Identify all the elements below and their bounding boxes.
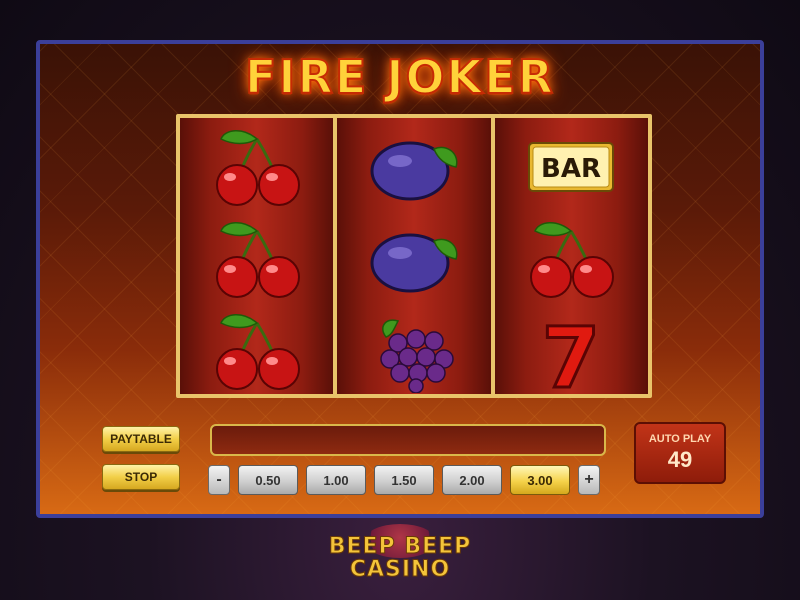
grapes-icon xyxy=(337,306,490,396)
seven-icon: 7 xyxy=(495,306,648,396)
logo-line-1: BEEP BEEP xyxy=(328,534,472,560)
bet-option-0.50[interactable]: 0.50 xyxy=(238,465,298,495)
plum-icon xyxy=(337,214,490,304)
cherries-icon xyxy=(180,214,333,304)
bet-option-1.50[interactable]: 1.50 xyxy=(374,465,434,495)
bet-selector: - 0.50 1.00 1.50 2.00 3.00 + xyxy=(208,464,600,496)
cherries-icon xyxy=(180,122,333,212)
reels-area: BAR 7 xyxy=(176,114,652,398)
bar-label: BAR xyxy=(541,154,601,184)
autoplay-label: AUTO PLAY xyxy=(648,433,712,445)
seven-label: 7 xyxy=(542,309,600,393)
autoplay-count: 49 xyxy=(667,447,693,472)
logo-line-2: CASINO xyxy=(349,557,451,583)
slot-machine-frame: FIRE JOKER BAR 7 PAYTABLE STOP - 0.50 1.… xyxy=(36,40,764,518)
win-message-bar xyxy=(210,424,606,456)
cherries-icon xyxy=(495,214,648,304)
bar-icon: BAR xyxy=(495,122,648,212)
bet-option-3.00[interactable]: 3.00 xyxy=(510,465,570,495)
paytable-button[interactable]: PAYTABLE xyxy=(102,426,180,452)
reel-3: BAR 7 xyxy=(494,118,648,396)
reel-1 xyxy=(180,118,334,396)
increase-bet-button[interactable]: + xyxy=(578,465,600,495)
bet-option-1.00[interactable]: 1.00 xyxy=(306,465,366,495)
plum-icon xyxy=(337,122,490,212)
game-title: FIRE JOKER xyxy=(244,49,556,105)
bet-option-2.00[interactable]: 2.00 xyxy=(442,465,502,495)
autoplay-button[interactable]: AUTO PLAY 49 xyxy=(634,422,726,484)
casino-logo: BEEP BEEP CASINO xyxy=(318,524,482,594)
stop-button[interactable]: STOP xyxy=(102,464,180,490)
decrease-bet-button[interactable]: - xyxy=(208,465,230,495)
cherries-icon xyxy=(180,306,333,396)
reel-2 xyxy=(337,118,491,396)
